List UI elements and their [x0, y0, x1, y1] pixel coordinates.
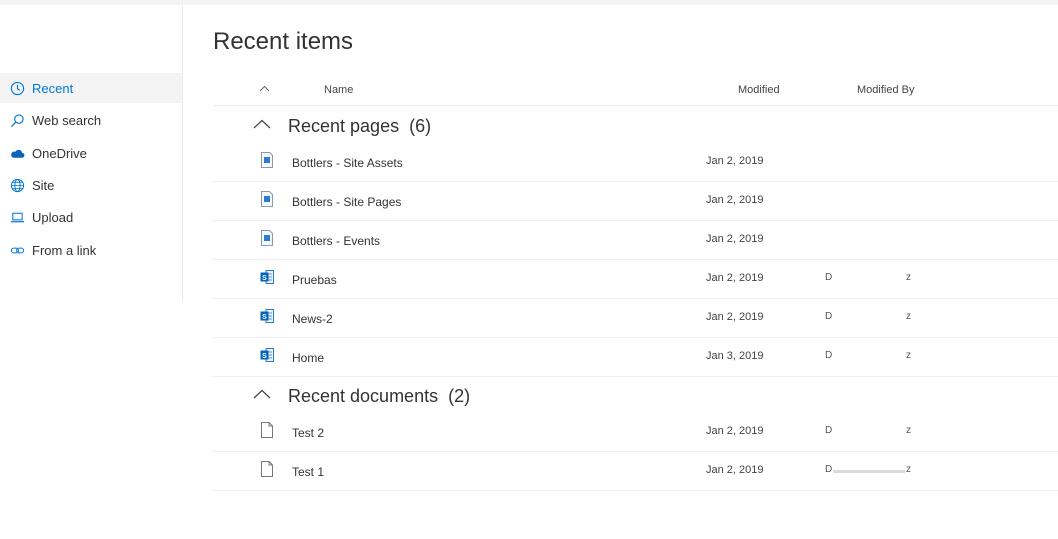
item-name[interactable]: News-2	[292, 312, 333, 326]
modified-by-first: D	[825, 464, 833, 475]
list-item[interactable]: S Pruebas Jan 2, 2019 Dz	[213, 260, 1058, 299]
sidebar-item-label: Upload	[32, 209, 74, 225]
sidebar-item-recent[interactable]: Recent	[0, 73, 182, 103]
sharepoint-page-icon: S	[260, 270, 274, 284]
group-title: Recent documents	[288, 386, 439, 406]
sidebar-item-site[interactable]: Site	[0, 170, 182, 200]
sidebar-item-from-a-link[interactable]: From a link	[0, 235, 182, 265]
list-item[interactable]: Test 1 Jan 2, 2019 Dz	[213, 452, 1058, 491]
link-icon	[9, 242, 25, 258]
item-name[interactable]: Home	[292, 351, 324, 365]
item-modified-by: Dz	[825, 350, 911, 364]
site-page-icon	[261, 152, 273, 168]
item-modified: Jan 2, 2019	[706, 464, 764, 476]
item-modified-by: Dz	[825, 272, 911, 286]
sidebar-item-label: OneDrive	[32, 145, 87, 161]
group-count: (6)	[409, 116, 432, 136]
item-name[interactable]: Bottlers - Site Assets	[292, 156, 403, 170]
modified-by-last: z	[906, 311, 911, 322]
sidebar: Recent Web search OneDrive Site Upload F…	[0, 5, 183, 301]
svg-text:S: S	[262, 275, 267, 282]
sidebar-item-label: Web search	[32, 112, 102, 128]
sidebar-item-web-search[interactable]: Web search	[0, 105, 182, 135]
redacted-text	[833, 470, 905, 473]
sidebar-item-onedrive[interactable]: OneDrive	[0, 138, 182, 168]
sidebar-item-upload[interactable]: Upload	[0, 202, 182, 232]
sidebar-item-label: From a link	[32, 242, 97, 258]
item-modified-by: Dz	[825, 464, 911, 478]
group-title: Recent pages	[288, 116, 400, 136]
globe-icon	[9, 177, 25, 193]
search-icon	[9, 112, 25, 128]
list-item[interactable]: Test 2 Jan 2, 2019 Dz	[213, 413, 1058, 452]
item-modified: Jan 2, 2019	[706, 272, 764, 284]
modified-by-last: z	[906, 350, 911, 361]
modified-by-last: z	[906, 464, 911, 475]
chevron-up-icon[interactable]	[253, 119, 271, 129]
chevron-up-icon[interactable]	[259, 85, 270, 92]
modified-by-first: D	[825, 311, 833, 322]
site-page-icon	[261, 230, 273, 246]
list-item[interactable]: Bottlers - Site Assets Jan 2, 2019	[213, 143, 1058, 182]
page-title: Recent items	[213, 28, 354, 55]
list-item[interactable]: Bottlers - Events Jan 2, 2019	[213, 221, 1058, 260]
sharepoint-page-icon: S	[260, 348, 274, 362]
column-header: Name Modified Modified By	[213, 76, 1058, 106]
document-icon	[261, 461, 273, 477]
modified-by-first: D	[825, 425, 833, 436]
site-page-icon	[261, 191, 273, 207]
list-item[interactable]: S Home Jan 3, 2019 Dz	[213, 338, 1058, 377]
cloud-icon	[9, 145, 25, 161]
sharepoint-page-icon: S	[260, 309, 274, 323]
item-name[interactable]: Bottlers - Events	[292, 234, 380, 248]
modified-by-last: z	[906, 425, 911, 436]
sidebar-item-label: Recent	[32, 80, 74, 96]
laptop-icon	[9, 209, 25, 225]
item-modified: Jan 2, 2019	[706, 194, 764, 206]
column-name[interactable]: Name	[324, 84, 353, 96]
item-modified-by: Dz	[825, 425, 911, 439]
list-item[interactable]: S News-2 Jan 2, 2019 Dz	[213, 299, 1058, 338]
item-modified: Jan 2, 2019	[706, 425, 764, 437]
item-modified-by: Dz	[825, 311, 911, 325]
item-modified: Jan 3, 2019	[706, 350, 764, 362]
column-modified[interactable]: Modified	[738, 84, 780, 96]
modified-by-first: D	[825, 272, 833, 283]
modified-by-last: z	[906, 272, 911, 283]
sidebar-item-label: Site	[32, 177, 55, 193]
list-item[interactable]: Bottlers - Site Pages Jan 2, 2019	[213, 182, 1058, 221]
document-icon	[261, 422, 273, 438]
clock-icon	[9, 80, 25, 96]
item-name[interactable]: Bottlers - Site Pages	[292, 195, 401, 209]
item-modified: Jan 2, 2019	[706, 311, 764, 323]
item-name[interactable]: Pruebas	[292, 273, 337, 287]
group-count: (2)	[448, 386, 471, 406]
svg-text:S: S	[262, 314, 267, 321]
item-name[interactable]: Test 1	[292, 465, 324, 479]
svg-text:S: S	[262, 353, 267, 360]
item-modified: Jan 2, 2019	[706, 155, 764, 167]
column-modified-by[interactable]: Modified By	[857, 84, 914, 96]
item-name[interactable]: Test 2	[292, 426, 324, 440]
item-modified: Jan 2, 2019	[706, 233, 764, 245]
group-header-recent-documents: Recent documents (2)	[213, 377, 1058, 413]
modified-by-first: D	[825, 350, 833, 361]
chevron-up-icon[interactable]	[253, 389, 271, 399]
group-header-recent-pages: Recent pages (6)	[213, 107, 1058, 143]
